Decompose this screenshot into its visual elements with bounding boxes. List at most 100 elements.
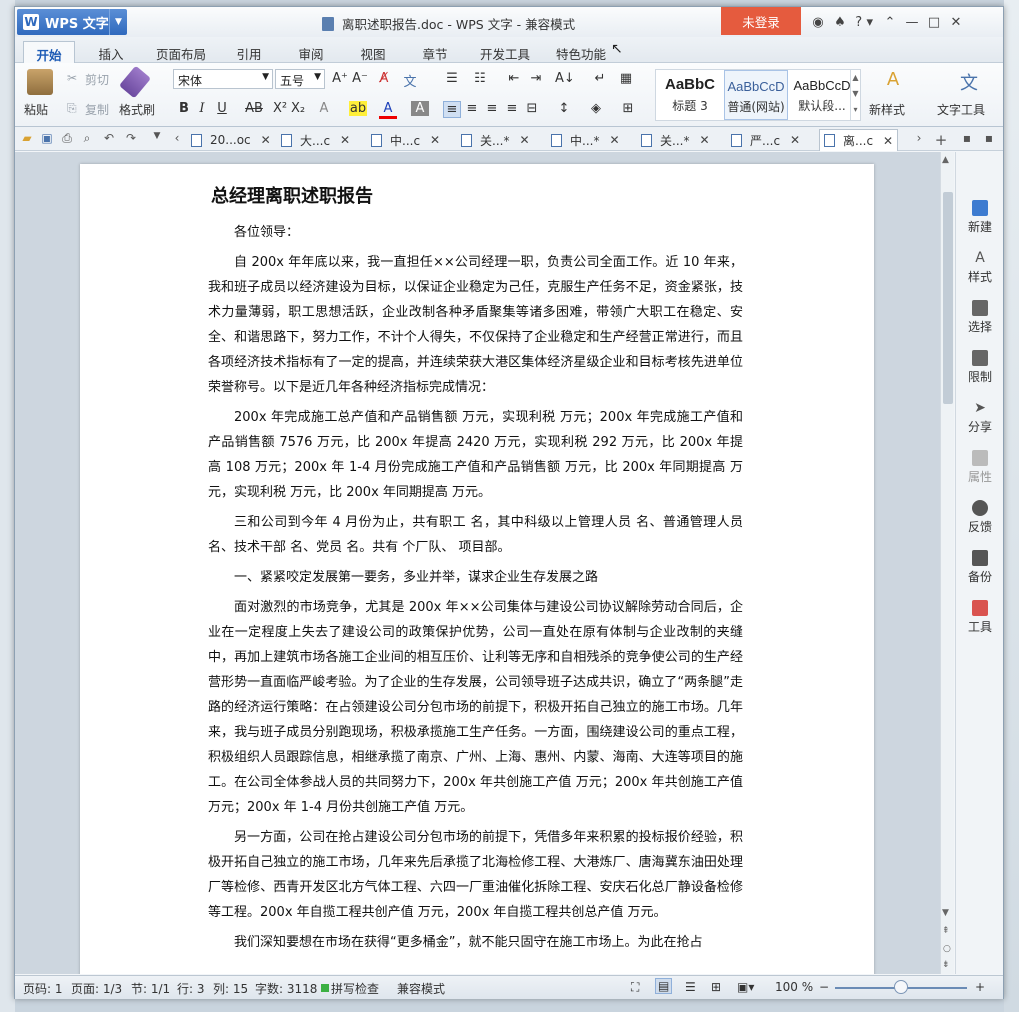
- numbering-icon[interactable]: ☷: [471, 71, 489, 86]
- line-spacing-icon[interactable]: ↕: [555, 101, 573, 116]
- table-icon[interactable]: ▦: [617, 71, 635, 86]
- next-page-icon[interactable]: ⇟: [942, 960, 950, 970]
- undo-icon[interactable]: ↶: [101, 131, 117, 147]
- copy-button[interactable]: 复制: [85, 101, 109, 118]
- print-icon[interactable]: ⎙: [59, 131, 75, 147]
- decrease-indent-icon[interactable]: ⇤: [505, 71, 523, 86]
- close-tab-icon[interactable]: ✕: [430, 133, 440, 147]
- tab-developer[interactable]: 开发工具: [473, 41, 537, 63]
- tab-home[interactable]: 开始: [23, 41, 75, 63]
- close-tab-icon[interactable]: ✕: [519, 133, 529, 147]
- doc-tab[interactable]: 中...* ✕: [551, 129, 620, 151]
- doc-tab[interactable]: 关...* ✕: [641, 129, 710, 151]
- paste-icon[interactable]: [27, 69, 53, 95]
- skin-icon[interactable]: ◉: [807, 11, 829, 33]
- new-tab-icon[interactable]: +: [933, 131, 949, 149]
- tab-chapter[interactable]: 章节: [411, 41, 459, 63]
- align-right-icon[interactable]: ≡: [483, 101, 501, 116]
- close-tab-icon[interactable]: ✕: [261, 133, 271, 147]
- outline-view-icon[interactable]: ☰: [685, 980, 696, 994]
- tab-view[interactable]: 视图: [349, 41, 397, 63]
- vertical-scrollbar[interactable]: ▲ ▼ ⇞ ○ ⇟: [940, 152, 954, 974]
- italic-icon[interactable]: I: [193, 101, 211, 116]
- doc-tab[interactable]: 严...c ✕: [731, 129, 800, 151]
- tabs-prev-icon[interactable]: ‹: [169, 131, 185, 147]
- window-list-icon[interactable]: ▪: [959, 131, 975, 147]
- increase-indent-icon[interactable]: ⇥: [527, 71, 545, 86]
- tab-close-all-icon[interactable]: ▪: [981, 131, 997, 147]
- pinyin-icon[interactable]: 文: [401, 71, 419, 90]
- text-tools-button[interactable]: 文字工具: [937, 101, 985, 118]
- format-painter-icon[interactable]: [118, 65, 152, 99]
- doc-tab[interactable]: 关...* ✕: [461, 129, 530, 151]
- spellcheck-toggle[interactable]: 拼写检查: [331, 980, 379, 997]
- doc-tab-active[interactable]: 离...c ✕: [819, 129, 899, 151]
- font-name-select[interactable]: 宋体 ▼: [173, 69, 273, 89]
- sidebar-style[interactable]: A 样式: [956, 250, 1004, 285]
- justify-icon[interactable]: ≡: [503, 101, 521, 116]
- style-normal-web[interactable]: AaBbCcD 普通(网站): [724, 70, 788, 120]
- new-style-icon[interactable]: A: [881, 69, 905, 90]
- close-tab-icon[interactable]: ✕: [699, 133, 709, 147]
- sidebar-select[interactable]: 选择: [956, 300, 1004, 335]
- grow-font-icon[interactable]: A⁺: [331, 71, 349, 86]
- bold-icon[interactable]: B: [175, 101, 193, 116]
- highlight-icon[interactable]: ab: [349, 101, 367, 116]
- new-style-button[interactable]: 新样式: [869, 101, 905, 118]
- font-color-icon[interactable]: A: [379, 101, 397, 119]
- sidebar-share[interactable]: ➤ 分享: [956, 400, 1004, 435]
- reading-mode-icon[interactable]: ▣▾: [737, 980, 754, 994]
- chevron-down-icon[interactable]: ▼: [109, 9, 127, 35]
- tab-page-layout[interactable]: 页面布局: [149, 41, 213, 63]
- close-tab-icon[interactable]: ✕: [340, 133, 350, 147]
- browse-object-icon[interactable]: ○: [943, 944, 951, 954]
- close-tab-icon[interactable]: ✕: [883, 134, 893, 148]
- scroll-up-icon[interactable]: ▲: [942, 155, 949, 165]
- quick-access-dropdown-icon[interactable]: ▼: [149, 131, 165, 147]
- sidebar-backup[interactable]: 备份: [956, 550, 1004, 585]
- clear-format-icon[interactable]: A̸: [375, 71, 393, 86]
- fullscreen-icon[interactable]: ⛶: [631, 980, 639, 995]
- shirt-icon[interactable]: ♠: [829, 11, 851, 33]
- zoom-out-icon[interactable]: −: [819, 980, 829, 994]
- zoom-in-icon[interactable]: +: [975, 980, 985, 994]
- cut-icon[interactable]: ✂: [67, 71, 77, 85]
- border-icon[interactable]: ⊞: [619, 101, 637, 116]
- open-icon[interactable]: ▰: [19, 131, 35, 147]
- save-icon[interactable]: ▣: [39, 131, 55, 147]
- print-preview-icon[interactable]: ⌕: [79, 131, 95, 147]
- sidebar-feedback[interactable]: 反馈: [956, 500, 1004, 535]
- cut-button[interactable]: 剪切: [85, 71, 109, 88]
- help-icon[interactable]: ? ▾: [851, 11, 873, 33]
- zoom-slider-knob[interactable]: [894, 980, 908, 994]
- tab-review[interactable]: 审阅: [287, 41, 335, 63]
- page-view-icon[interactable]: ▤: [655, 978, 673, 994]
- style-heading3[interactable]: AaBbC 标题 3: [658, 70, 722, 120]
- collapse-ribbon-icon[interactable]: ⌃: [879, 11, 901, 33]
- strikethrough-icon[interactable]: AB: [245, 101, 263, 116]
- sidebar-properties[interactable]: 属性: [956, 450, 1004, 485]
- superscript-icon[interactable]: X²: [271, 101, 289, 116]
- char-shading-icon[interactable]: A: [411, 101, 429, 116]
- redo-icon[interactable]: ↷: [123, 131, 139, 147]
- scroll-thumb[interactable]: [943, 192, 953, 404]
- app-menu-button[interactable]: W WPS 文字 ▼: [17, 9, 127, 35]
- tab-references[interactable]: 引用: [225, 41, 273, 63]
- sidebar-tools[interactable]: 工具: [956, 600, 1004, 635]
- show-marks-icon[interactable]: ↵: [591, 71, 609, 86]
- font-size-select[interactable]: 五号 ▼: [275, 69, 325, 89]
- text-effect-icon[interactable]: A: [315, 101, 333, 116]
- maximize-icon[interactable]: □: [923, 11, 945, 33]
- text-tools-icon[interactable]: 文: [957, 69, 981, 95]
- distributed-icon[interactable]: ⊟: [523, 101, 541, 116]
- close-tab-icon[interactable]: ✕: [790, 133, 800, 147]
- tab-special[interactable]: 特色功能: [549, 41, 613, 63]
- sort-icon[interactable]: A↓: [555, 71, 575, 86]
- bullets-icon[interactable]: ☰: [443, 71, 461, 86]
- doc-tab[interactable]: 中...c ✕: [371, 129, 440, 151]
- style-scroll[interactable]: ▲ ▼ ▾: [850, 70, 860, 120]
- shrink-font-icon[interactable]: A⁻: [351, 71, 369, 86]
- doc-tab[interactable]: 大...c ✕: [281, 129, 350, 151]
- copy-icon[interactable]: ⎘: [67, 101, 77, 116]
- sidebar-restrict[interactable]: 限制: [956, 350, 1004, 385]
